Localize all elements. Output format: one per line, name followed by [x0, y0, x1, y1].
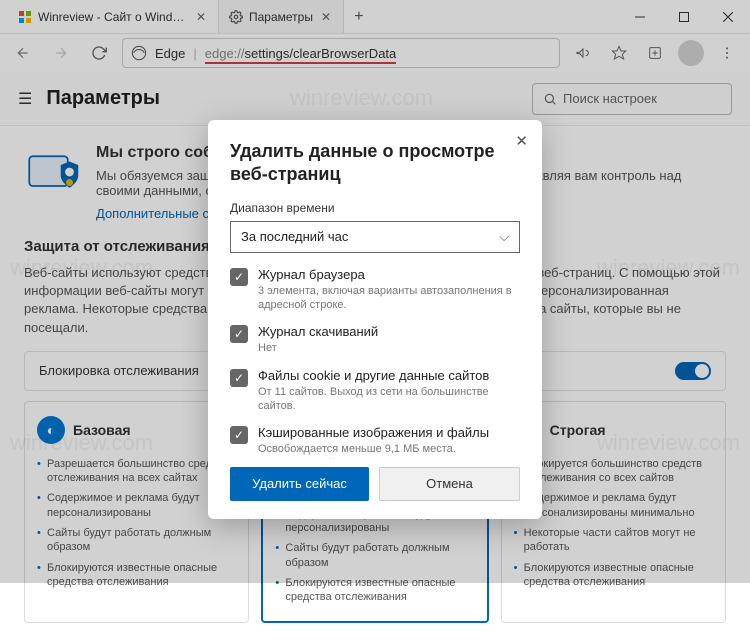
- time-range-select[interactable]: За последний час ⌵: [230, 221, 520, 253]
- checkbox-checked-icon[interactable]: ✓: [230, 369, 248, 387]
- checkbox-checked-icon[interactable]: ✓: [230, 325, 248, 343]
- dialog-overlay: ✕ Удалить данные о просмотре веб-страниц…: [0, 0, 750, 583]
- checkbox-checked-icon[interactable]: ✓: [230, 268, 248, 286]
- option-cached-files[interactable]: ✓ Кэшированные изображения и файлыОсвобо…: [230, 425, 514, 459]
- time-range-value: За последний час: [241, 229, 348, 244]
- checkbox-checked-icon[interactable]: ✓: [230, 426, 248, 444]
- option-cookies[interactable]: ✓ Файлы cookie и другие данные сайтовОт …: [230, 368, 514, 414]
- dialog-close-icon[interactable]: ✕: [515, 132, 528, 150]
- time-range-label: Диапазон времени: [230, 201, 520, 215]
- options-scroll-area[interactable]: ✓ Журнал браузера3 элемента, включая вар…: [230, 267, 520, 459]
- option-download-history[interactable]: ✓ Журнал скачиванийНет: [230, 324, 514, 355]
- clear-data-dialog: ✕ Удалить данные о просмотре веб-страниц…: [208, 120, 542, 519]
- option-browsing-history[interactable]: ✓ Журнал браузера3 элемента, включая вар…: [230, 267, 514, 313]
- cancel-button[interactable]: Отмена: [379, 467, 520, 501]
- chevron-down-icon: ⌵: [499, 229, 509, 245]
- dialog-title: Удалить данные о просмотре веб-страниц: [230, 140, 520, 187]
- clear-now-button[interactable]: Удалить сейчас: [230, 467, 369, 501]
